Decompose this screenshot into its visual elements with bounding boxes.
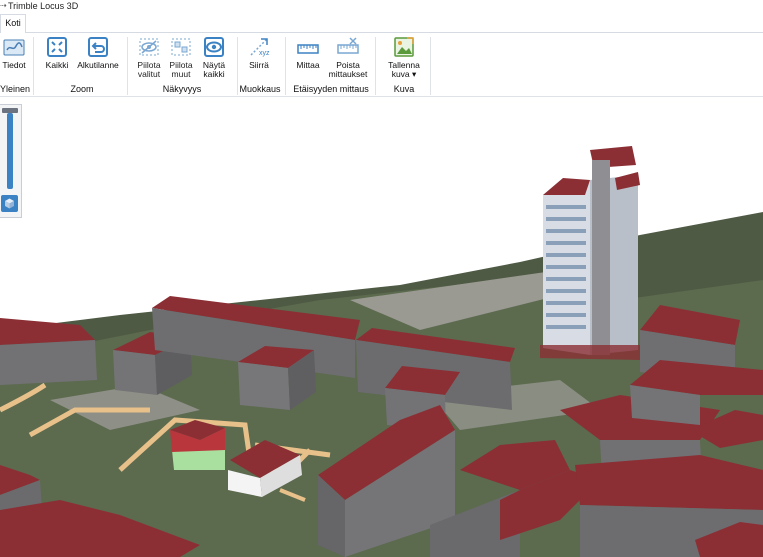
tiedot-label: Tiedot bbox=[2, 60, 26, 70]
show-all-icon bbox=[204, 37, 224, 57]
ribbon-tab-row: Koti bbox=[0, 13, 763, 34]
3d-viewport[interactable] bbox=[0, 97, 763, 557]
info-icon bbox=[3, 39, 25, 56]
zoom-slider[interactable] bbox=[0, 104, 22, 218]
building[interactable] bbox=[0, 318, 97, 385]
nayta-kaikki-button[interactable]: Näytä kaikki bbox=[199, 35, 229, 79]
group-divider bbox=[33, 37, 34, 95]
group-label-etaisyyden-mittaus: Etäisyyden mittaus bbox=[293, 84, 369, 94]
title-bar: ⇢ Trimble Locus 3D bbox=[0, 0, 763, 13]
piilota-valitut-label: Piilota valitut bbox=[137, 60, 161, 79]
window-title: Trimble Locus 3D bbox=[8, 1, 79, 11]
poista-mittaukset-button[interactable]: Poista mittaukset bbox=[327, 35, 369, 79]
zoom-slider-track[interactable] bbox=[7, 113, 13, 189]
nayta-kaikki-label: Näytä kaikki bbox=[202, 60, 226, 79]
kaikki-button[interactable]: Kaikki bbox=[42, 35, 72, 70]
move-xyz-icon: xyz bbox=[250, 38, 270, 57]
hide-others-icon bbox=[171, 38, 191, 56]
3d-scene[interactable] bbox=[0, 97, 763, 557]
group-label-zoom: Zoom bbox=[70, 84, 94, 94]
piilota-valitut-button[interactable]: Piilota valitut bbox=[134, 35, 164, 79]
group-label-kuva: Kuva bbox=[393, 84, 415, 94]
group-divider bbox=[285, 37, 286, 95]
piilota-muut-label: Piilota muut bbox=[169, 60, 193, 79]
siirra-button[interactable]: xyz Siirrä bbox=[244, 35, 274, 70]
svg-text:xyz: xyz bbox=[259, 50, 270, 57]
hide-selected-icon bbox=[139, 38, 159, 56]
group-divider bbox=[430, 37, 431, 95]
tallenna-kuva-label: Tallenna kuva ▾ bbox=[388, 60, 420, 79]
undo-view-icon bbox=[88, 37, 108, 57]
ribbon-toolbar: Tiedot Yleinen Kaikki Alkutilanne Zoom P… bbox=[0, 33, 763, 97]
zoom-extents-icon bbox=[47, 37, 67, 57]
siirra-label: Siirrä bbox=[249, 60, 269, 70]
app-icon: ⇢ bbox=[0, 1, 7, 10]
poista-mittaukset-label: Poista mittaukset bbox=[328, 60, 368, 79]
delete-measurements-icon bbox=[337, 37, 359, 54]
group-label-yleinen: Yleinen bbox=[0, 84, 31, 94]
view-cube-button[interactable] bbox=[1, 195, 18, 212]
group-label-nakyvyys: Näkyvyys bbox=[162, 84, 202, 94]
group-divider bbox=[127, 37, 128, 95]
alkutilanne-label: Alkutilanne bbox=[77, 60, 119, 70]
piilota-muut-button[interactable]: Piilota muut bbox=[166, 35, 196, 79]
measure-icon bbox=[297, 44, 319, 54]
cube-icon bbox=[5, 198, 14, 209]
group-label-muokkaus: Muokkaus bbox=[239, 84, 281, 94]
group-divider bbox=[375, 37, 376, 95]
small-house[interactable] bbox=[170, 420, 225, 470]
save-image-icon bbox=[394, 37, 414, 57]
tab-koti[interactable]: Koti bbox=[0, 14, 26, 34]
mittaa-label: Mittaa bbox=[296, 60, 320, 70]
tiedot-button[interactable]: Tiedot bbox=[0, 35, 28, 70]
mittaa-button[interactable]: Mittaa bbox=[294, 35, 322, 70]
alkutilanne-button[interactable]: Alkutilanne bbox=[73, 35, 123, 70]
kaikki-label: Kaikki bbox=[45, 60, 69, 70]
tallenna-kuva-button[interactable]: Tallenna kuva ▾ bbox=[384, 35, 424, 79]
